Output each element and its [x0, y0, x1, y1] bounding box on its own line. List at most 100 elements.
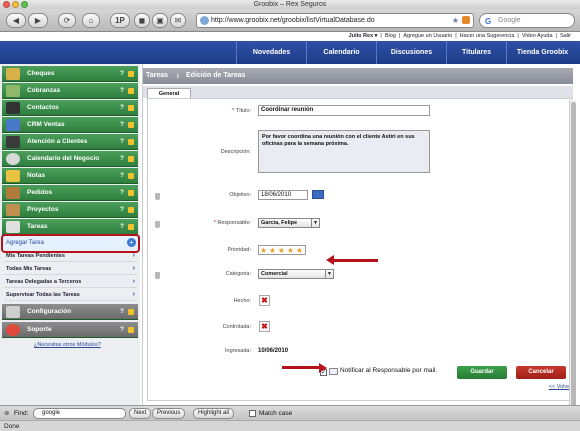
- sidebar-item-configuracion[interactable]: Configuración?: [2, 304, 138, 320]
- breadcrumb-section[interactable]: Tareas: [146, 68, 168, 84]
- home-pin-icon[interactable]: [128, 156, 134, 162]
- tab-general[interactable]: General: [147, 88, 191, 98]
- sidebar-sub-todas[interactable]: Todas Mis Tareas ›: [4, 263, 137, 275]
- notes-icon: [6, 170, 20, 182]
- headset-icon: [6, 136, 20, 148]
- sidebar-item-atencion[interactable]: Atención a Clientes?: [2, 134, 138, 150]
- forward-button[interactable]: ▶: [28, 13, 48, 28]
- help-icon[interactable]: ?: [120, 117, 124, 133]
- help-icon[interactable]: ?: [120, 219, 124, 235]
- descripcion-textarea[interactable]: Por favor coordina una reunión con el cl…: [258, 130, 430, 173]
- find-bar: ⊗ Find: google Next Previous Highlight a…: [0, 405, 580, 420]
- sidebar-item-tareas[interactable]: Tareas?: [2, 219, 138, 235]
- sidebar-item-pedidos[interactable]: Pedidos?: [2, 185, 138, 201]
- home-pin-icon[interactable]: [128, 224, 134, 230]
- nav-tienda[interactable]: Tienda Groobix: [506, 41, 578, 64]
- help-icon[interactable]: ?: [120, 168, 124, 184]
- home-pin-icon[interactable]: [128, 190, 134, 196]
- home-pin-icon[interactable]: [128, 88, 134, 94]
- suggestion-link[interactable]: Hacer una Sugerencia: [457, 33, 518, 39]
- help-icon[interactable]: ?: [120, 202, 124, 218]
- home-pin-icon[interactable]: [128, 207, 134, 213]
- help-icon[interactable]: ?: [120, 66, 124, 82]
- help-icon[interactable]: ?: [120, 304, 124, 320]
- categoria-select[interactable]: Comercial ▼: [258, 269, 334, 279]
- home-pin-icon[interactable]: [128, 173, 134, 179]
- pushpin-icon[interactable]: [155, 221, 160, 228]
- browser-search-field[interactable]: G Google: [479, 13, 575, 28]
- home-pin-icon[interactable]: [128, 105, 134, 111]
- sidebar-item-notas[interactable]: Notas?: [2, 168, 138, 184]
- sidebar-item-crm[interactable]: CRM Ventas?: [2, 117, 138, 133]
- close-window-icon[interactable]: [3, 1, 10, 8]
- onepassword-button[interactable]: 1P: [110, 13, 130, 28]
- logout-link[interactable]: Salir: [557, 33, 574, 39]
- url-field[interactable]: http://www.groobix.net/groobix/listVirtu…: [196, 13, 474, 28]
- home-button[interactable]: ⌂: [82, 13, 100, 28]
- reload-button[interactable]: ⟳: [58, 13, 76, 28]
- home-pin-icon[interactable]: [128, 122, 134, 128]
- sidebar-item-cheques[interactable]: Cheques?: [2, 66, 138, 82]
- page-tool-button[interactable]: ▣: [152, 13, 168, 28]
- sidebar-item-proyectos[interactable]: Proyectos?: [2, 202, 138, 218]
- controlada-checkbox[interactable]: ✖: [259, 321, 270, 332]
- calendar-icon[interactable]: [312, 190, 324, 199]
- money-icon: [6, 85, 20, 97]
- find-label: Find:: [14, 410, 29, 417]
- sidebar-sub-supervisar[interactable]: Supervisar Todas las Tareas ›: [4, 289, 137, 301]
- home-pin-icon[interactable]: [128, 327, 134, 333]
- nav-discusiones[interactable]: Discusiones: [376, 41, 446, 64]
- help-icon[interactable]: ?: [120, 100, 124, 116]
- priority-stars[interactable]: ★ ★ ★ ★ ★: [258, 245, 306, 255]
- home-pin-icon[interactable]: [128, 309, 134, 315]
- nav-novedades[interactable]: Novedades: [236, 41, 306, 64]
- home-pin-icon[interactable]: [128, 71, 134, 77]
- sidebar-item-contactos[interactable]: Contactos?: [2, 100, 138, 116]
- pushpin-icon[interactable]: [155, 272, 160, 279]
- sidebar-item-soporte[interactable]: Soporte?: [2, 322, 138, 338]
- bookmark-star-icon[interactable]: ★: [452, 14, 459, 27]
- rss-icon[interactable]: [462, 16, 470, 24]
- home-pin-icon[interactable]: [128, 139, 134, 145]
- find-input[interactable]: google: [33, 408, 126, 419]
- controlada-label: Controlada:: [222, 324, 251, 330]
- help-icon[interactable]: ?: [120, 83, 124, 99]
- nav-calendario[interactable]: Calendario: [306, 41, 376, 64]
- chevron-right-icon: ›: [132, 265, 135, 272]
- guardar-button[interactable]: Guardar: [457, 366, 507, 379]
- zoom-window-icon[interactable]: [21, 1, 28, 8]
- modules-link[interactable]: ¿Necesitas otros Módulos?: [34, 342, 101, 348]
- pushpin-icon[interactable]: [155, 193, 160, 200]
- help-icon[interactable]: ?: [120, 322, 124, 338]
- hecho-checkbox[interactable]: ✖: [259, 295, 270, 306]
- responsable-select[interactable]: Garcia, Felipe ▼: [258, 218, 320, 228]
- highlight-all-button[interactable]: Highlight all: [193, 408, 235, 419]
- find-previous-button[interactable]: Previous: [152, 408, 186, 419]
- find-next-button[interactable]: Next: [129, 408, 152, 419]
- help-icon[interactable]: ?: [120, 151, 124, 167]
- objetivo-date-input[interactable]: 18/06/2010: [258, 190, 308, 200]
- window-title: Groobix – Rex Seguros: [253, 1, 327, 8]
- help-icon[interactable]: ?: [120, 185, 124, 201]
- sidebar-item-calendario[interactable]: Calendario del Negocio?: [2, 151, 138, 167]
- scrollbar-thumb[interactable]: [571, 102, 576, 405]
- video-help-link[interactable]: Video Ayuda: [519, 33, 556, 39]
- mail-tool-button[interactable]: ✉: [170, 13, 186, 28]
- user-menu[interactable]: Julio Rex ▾: [346, 33, 381, 39]
- bookmark-tool-button[interactable]: ◼: [134, 13, 150, 28]
- minimize-window-icon[interactable]: [12, 1, 19, 8]
- add-user-link[interactable]: Agregue un Usuario: [400, 33, 455, 39]
- blog-link[interactable]: Blog: [382, 33, 399, 39]
- sidebar-item-cobranzas[interactable]: Cobranzas?: [2, 83, 138, 99]
- match-case-checkbox[interactable]: [249, 410, 256, 417]
- sidebar-sub-delegadas[interactable]: Tareas Delegadas a Terceros ›: [4, 276, 137, 288]
- sidebar-item-label: Proyectos: [27, 206, 59, 213]
- nav-titulares[interactable]: Titulares: [446, 41, 506, 64]
- help-icon[interactable]: ?: [120, 134, 124, 150]
- page-scrollbar[interactable]: [569, 100, 576, 405]
- sidebar: Cheques? Cobranzas? Contactos? CRM Venta…: [0, 64, 140, 405]
- cancelar-button[interactable]: Cancelar: [516, 366, 566, 379]
- close-find-icon[interactable]: ⊗: [4, 406, 9, 421]
- back-button[interactable]: ◀: [6, 13, 26, 28]
- titulo-input[interactable]: Coordinar reunión: [258, 105, 430, 116]
